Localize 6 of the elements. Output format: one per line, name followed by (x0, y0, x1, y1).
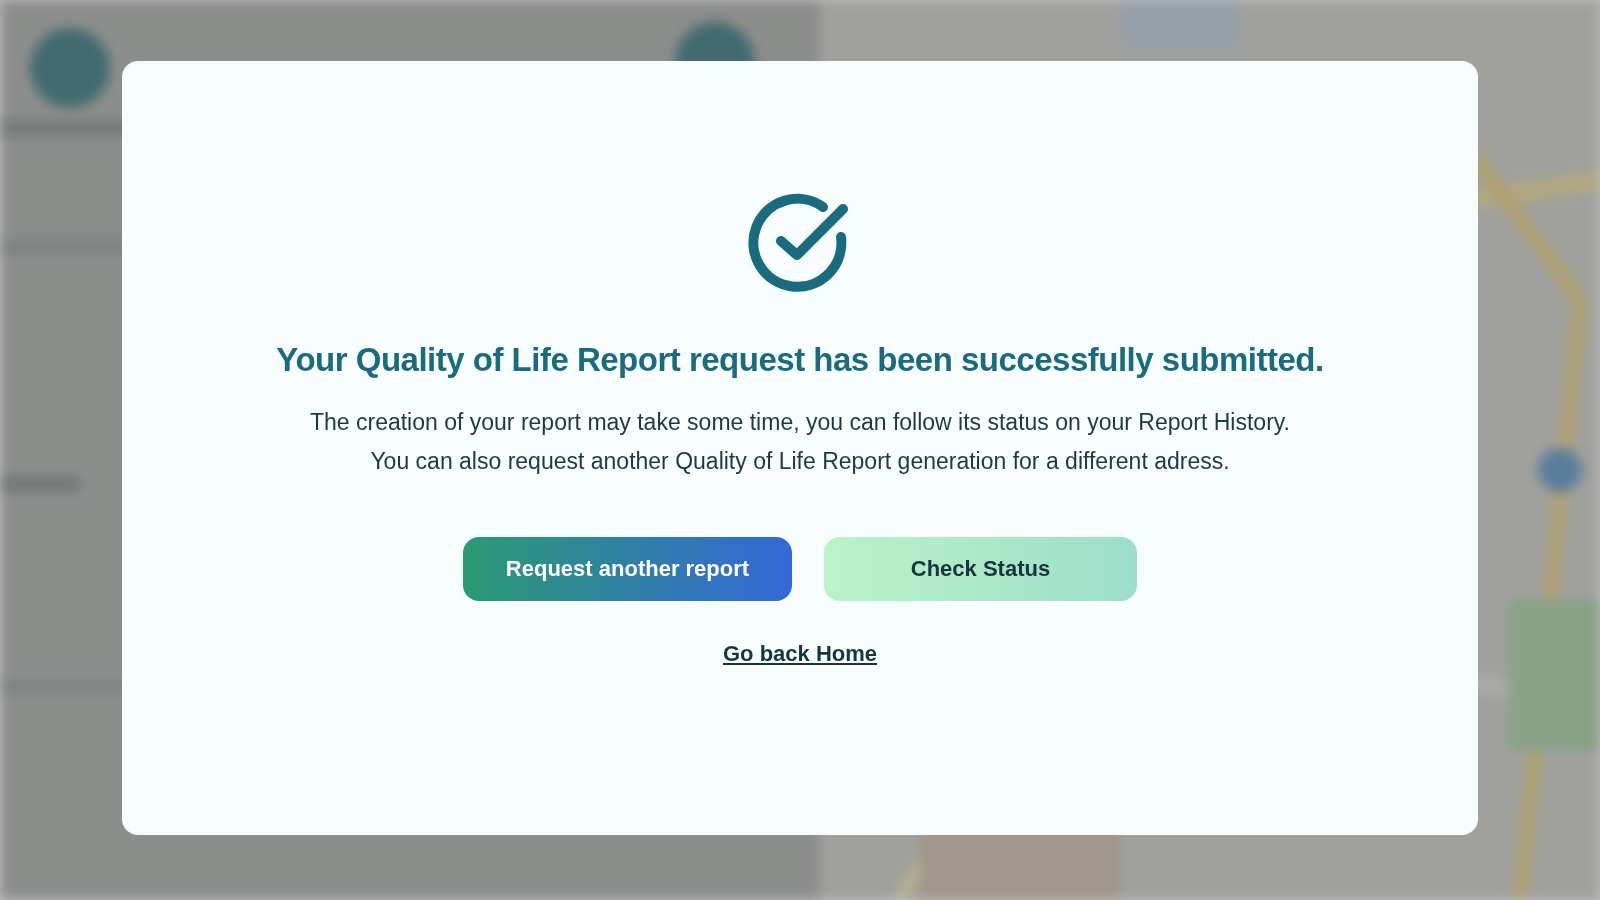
message-text: The creation of your report may take some time, you can follow its status on your Report History. (308, 408, 1291, 437)
go-home-link[interactable]: Go back Home (722, 641, 877, 667)
request-report-button[interactable]: Request another report (463, 537, 792, 601)
dialog-title: Your Quality of Life Report request has been successfully submitted. (276, 341, 1324, 379)
message-text: You can also request another Quality of Life Report generation for a different adress. (369, 447, 1231, 476)
check-status-button[interactable]: Check Status (824, 537, 1137, 601)
